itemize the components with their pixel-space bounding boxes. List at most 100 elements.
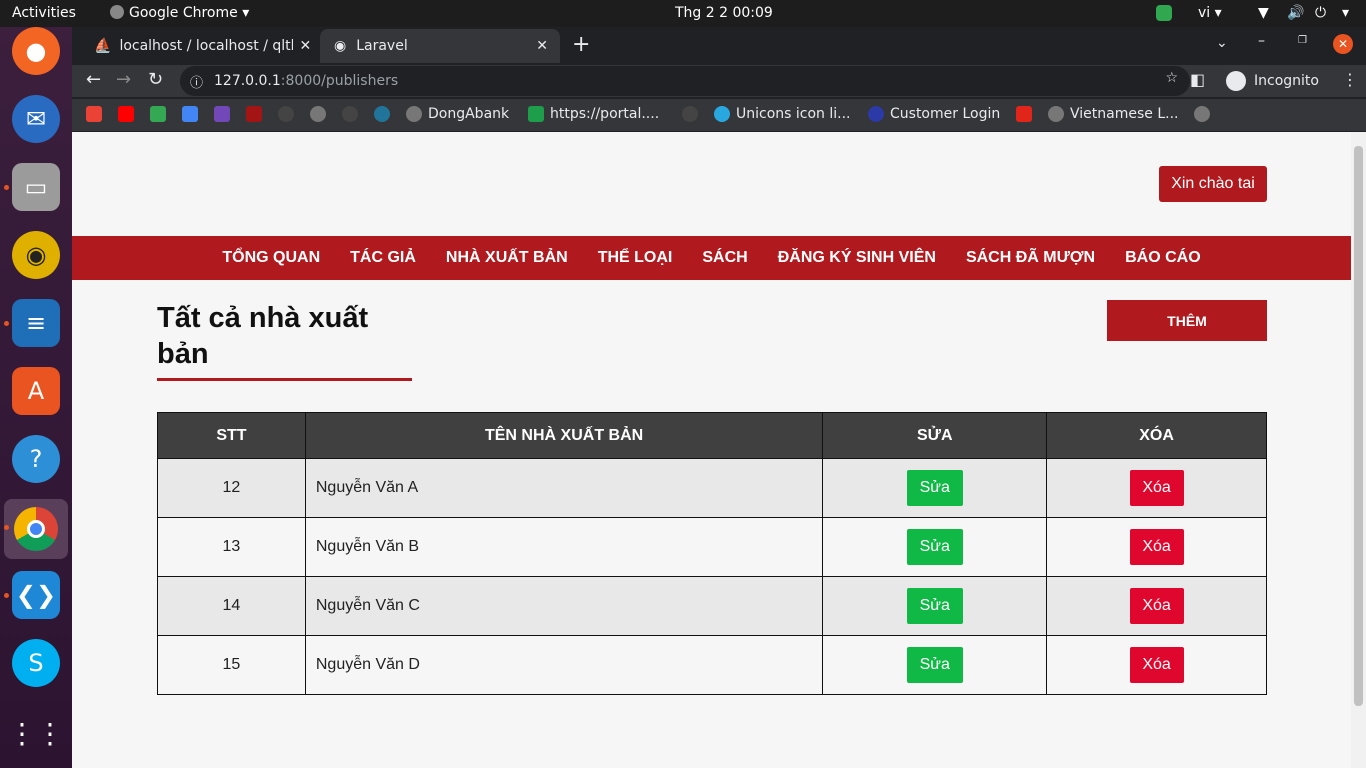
bookmark-icon[interactable] <box>246 106 268 122</box>
rhythmbox-icon[interactable]: ◉ <box>12 231 60 279</box>
globe-icon[interactable] <box>1194 106 1216 122</box>
header-edit: SỬA <box>822 412 1048 459</box>
publishers-table: STT TÊN NHÀ XUẤT BẢN SỬA XÓA 12 Nguyễn V… <box>157 412 1267 695</box>
files-icon[interactable]: ▭ <box>12 163 60 211</box>
help-icon[interactable]: ? <box>12 435 60 483</box>
tab-search-icon[interactable]: ⌄ <box>1216 35 1228 51</box>
edit-button[interactable]: Sửa <box>906 470 963 506</box>
chrome-icon <box>14 507 58 551</box>
adobe-icon[interactable] <box>1016 106 1038 122</box>
page-title: Tất cả nhà xuất bản <box>157 302 369 370</box>
power-icon[interactable]: ⏻ <box>1315 5 1326 21</box>
system-top-bar: Activities Google Chrome ▾ Thg 2 2 00:09… <box>0 0 1366 27</box>
add-button[interactable]: THÊM <box>1107 300 1267 341</box>
delete-button[interactable]: Xóa <box>1129 588 1184 624</box>
nav-student-registration[interactable]: ĐĂNG KÝ SINH VIÊN <box>763 249 951 267</box>
dock: ● ✉ ▭ ◉ ≡ A ? ❮❯ S ⋮⋮ <box>0 27 72 768</box>
scrollbar-thumb[interactable] <box>1354 146 1363 706</box>
github-icon[interactable] <box>342 106 364 122</box>
cell-name: Nguyễn Văn D <box>304 635 824 695</box>
nav-publishers[interactable]: NHÀ XUẤT BẢN <box>431 249 583 267</box>
wordpress-icon[interactable] <box>374 106 396 122</box>
tab-phpmyadmin[interactable]: ⛵ localhost / localhost / qlth ✕ <box>80 29 320 63</box>
chrome-dock-highlight[interactable] <box>4 499 68 559</box>
cell-edit: Sửa <box>822 458 1048 518</box>
circle-icon <box>868 106 884 122</box>
nav-authors[interactable]: TÁC GIẢ <box>335 249 431 267</box>
delete-button[interactable]: Xóa <box>1129 470 1184 506</box>
youtube-icon[interactable] <box>118 106 140 122</box>
minimize-icon[interactable]: – <box>1258 33 1265 49</box>
new-tab-icon[interactable]: + <box>572 32 590 57</box>
back-icon[interactable]: ← <box>86 69 101 90</box>
page-content: Xin chào tai TỔNG QUAN TÁC GIẢ NHÀ XUẤT … <box>72 132 1351 768</box>
phpmyadmin-icon: ⛵ <box>94 38 112 54</box>
maximize-icon[interactable]: ❐ <box>1298 35 1307 46</box>
chrome-icon <box>110 5 124 19</box>
github-icon[interactable] <box>682 106 704 122</box>
edit-button[interactable]: Sửa <box>906 529 963 565</box>
nav-categories[interactable]: THỂ LOẠI <box>583 249 688 267</box>
software-center-icon[interactable]: A <box>12 367 60 415</box>
maps-icon[interactable] <box>150 106 172 122</box>
writer-icon[interactable]: ≡ <box>12 299 60 347</box>
github-icon[interactable] <box>278 106 300 122</box>
url-path: :8000/publishers <box>280 73 399 89</box>
globe-icon <box>406 106 422 122</box>
bookmark-label: Unicons icon li... <box>736 106 851 122</box>
bookmark-dongabank[interactable]: DongAbank <box>406 106 509 122</box>
translate-icon[interactable] <box>182 106 204 122</box>
app-name: Google Chrome <box>129 5 238 21</box>
reload-icon[interactable]: ↻ <box>148 69 163 90</box>
delete-button[interactable]: Xóa <box>1129 529 1184 565</box>
gmail-icon[interactable] <box>86 106 108 122</box>
bookmark-vietnamese[interactable]: Vietnamese L... <box>1048 106 1178 122</box>
forward-icon[interactable]: → <box>116 69 131 90</box>
user-greeting-button[interactable]: Xin chào tai <box>1159 166 1267 202</box>
incognito-badge[interactable]: Incognito <box>1218 67 1327 95</box>
nav-overview[interactable]: TỔNG QUAN <box>207 249 335 267</box>
bookmark-unicons[interactable]: Unicons icon li... <box>714 106 851 122</box>
tab-label: Laravel <box>356 38 408 54</box>
wifi-icon[interactable]: ▼ <box>1258 5 1269 21</box>
nav-books[interactable]: SÁCH <box>687 249 762 267</box>
language-indicator[interactable]: vi ▾ <box>1198 5 1222 21</box>
close-window-icon[interactable]: ✕ <box>1333 34 1353 54</box>
activities-button[interactable]: Activities <box>12 5 76 21</box>
search-icon <box>714 106 730 122</box>
nav-borrowed-books[interactable]: SÁCH ĐÃ MƯỢN <box>951 249 1110 267</box>
menu-icon[interactable]: ⋮ <box>1342 70 1358 89</box>
close-icon[interactable]: ✕ <box>536 38 548 54</box>
delete-button[interactable]: Xóa <box>1129 647 1184 683</box>
globe-icon[interactable] <box>310 106 332 122</box>
forms-icon[interactable] <box>214 106 236 122</box>
bookmark-label: DongAbank <box>428 106 510 122</box>
chevron-down-icon[interactable]: ▾ <box>1342 5 1349 21</box>
volume-icon[interactable]: 🔊 <box>1287 5 1304 21</box>
skype-icon[interactable]: S <box>12 639 60 687</box>
edit-button[interactable]: Sửa <box>906 647 963 683</box>
clock[interactable]: Thg 2 2 00:09 <box>675 5 773 21</box>
edit-button[interactable]: Sửa <box>906 588 963 624</box>
toolbar: ← → ↻ ⓘ 127.0.0.1:8000/publishers ☆ ◧ In… <box>72 65 1366 97</box>
nav-reports[interactable]: BÁO CÁO <box>1110 249 1216 267</box>
app-menu[interactable]: Google Chrome ▾ <box>110 5 249 21</box>
page-scrollbar[interactable] <box>1351 132 1366 768</box>
side-panel-icon[interactable]: ◧ <box>1190 70 1205 89</box>
header-delete: XÓA <box>1046 412 1267 459</box>
cell-edit: Sửa <box>822 576 1048 636</box>
table-row: 13 Nguyễn Văn B Sửa Xóa <box>157 517 1267 577</box>
vscode-icon[interactable]: ❮❯ <box>12 571 60 619</box>
thunderbird-icon[interactable]: ✉ <box>12 95 60 143</box>
language-label: vi <box>1198 5 1211 21</box>
shield-check-icon[interactable] <box>1156 5 1172 21</box>
bookmark-customer-login[interactable]: Customer Login <box>868 106 1000 122</box>
close-icon[interactable]: ✕ <box>299 38 311 54</box>
address-bar[interactable]: ⓘ 127.0.0.1:8000/publishers ☆ <box>180 66 1190 96</box>
show-apps-icon[interactable]: ⋮⋮ <box>8 709 64 757</box>
tab-laravel[interactable]: ◉ Laravel ✕ <box>320 29 560 63</box>
bookmark-portal[interactable]: https://portal.... <box>528 106 659 122</box>
star-icon[interactable]: ☆ <box>1165 70 1178 86</box>
firefox-icon[interactable]: ● <box>12 27 60 75</box>
bookmarks-bar: DongAbank https://portal.... Unicons ico… <box>72 99 1366 131</box>
